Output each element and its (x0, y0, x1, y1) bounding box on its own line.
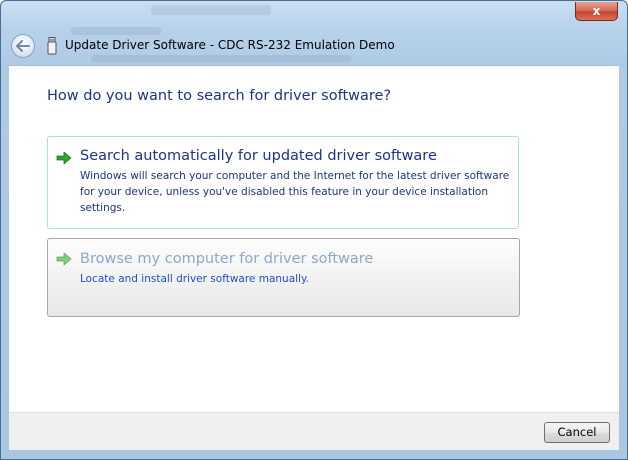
green-arrow-icon (56, 151, 72, 165)
option-title: Browse my computer for driver software (80, 251, 374, 267)
green-arrow-icon (56, 252, 72, 266)
option-description: Windows will search your computer and th… (80, 170, 510, 214)
usb-device-icon (47, 37, 57, 55)
back-button[interactable] (11, 34, 35, 58)
close-button[interactable]: x (575, 2, 618, 21)
back-arrow-icon (16, 40, 30, 52)
dialog-footer: Cancel (9, 412, 619, 450)
page-heading: How do you want to search for driver sof… (47, 88, 392, 104)
window-title: Update Driver Software - CDC RS-232 Emul… (65, 38, 395, 52)
content-area: How do you want to search for driver sof… (9, 65, 619, 412)
cancel-button[interactable]: Cancel (544, 422, 610, 443)
background-blur (91, 55, 351, 62)
browse-computer-option[interactable]: Browse my computer for driver software L… (47, 238, 520, 317)
dialog-window: x Update Driver Software - CDC RS-232 Em… (0, 0, 628, 460)
background-blur (71, 27, 161, 35)
option-title: Search automatically for updated driver … (80, 148, 437, 164)
search-automatically-option[interactable]: Search automatically for updated driver … (47, 136, 519, 229)
close-icon: x (592, 4, 601, 18)
option-description: Locate and install driver software manua… (80, 273, 310, 285)
background-blur (151, 5, 271, 15)
